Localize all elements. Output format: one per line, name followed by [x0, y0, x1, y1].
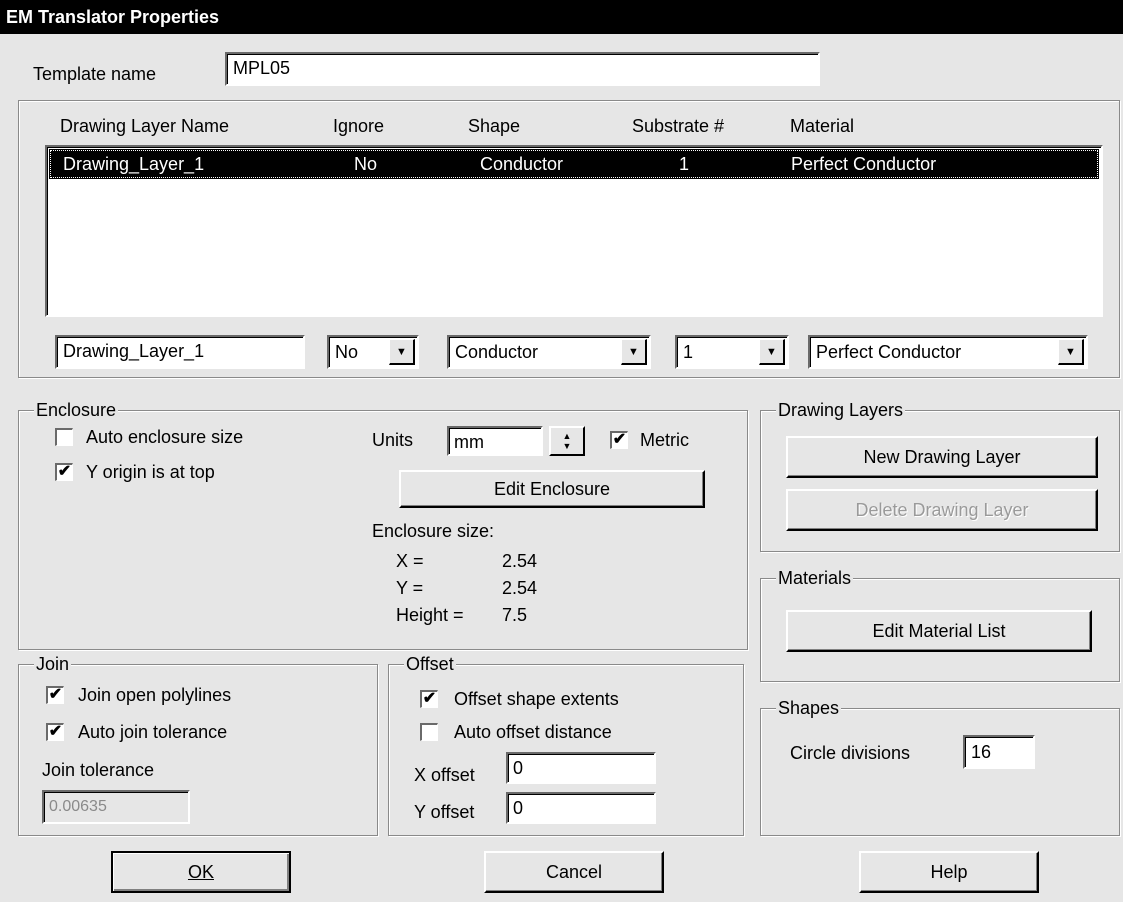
help-button[interactable]: Help [859, 851, 1039, 893]
enclosure-height-value: 7.5 [502, 605, 528, 625]
units-input[interactable]: mm [447, 426, 543, 456]
check-icon: ✔ [57, 463, 72, 480]
x-offset-value: 0 [513, 758, 524, 778]
x-offset-input[interactable]: 0 [506, 752, 656, 784]
substrate-select[interactable]: 1 ▼ [675, 335, 789, 369]
row-name: Drawing_Layer_1 [63, 154, 205, 174]
shapes-group [760, 708, 1120, 836]
layer-name-input[interactable]: Drawing_Layer_1 [55, 335, 305, 369]
check-icon: ✔ [422, 690, 437, 707]
window-title: EM Translator Properties [6, 7, 220, 27]
y-offset-value: 0 [513, 798, 524, 818]
ok-button-label: OK [187, 861, 214, 882]
col-header-material: Material [790, 116, 855, 136]
col-header-substrate: Substrate # [632, 116, 725, 136]
circle-divisions-value: 16 [971, 742, 992, 762]
cancel-button[interactable]: Cancel [484, 851, 664, 893]
material-select-value: Perfect Conductor [816, 342, 962, 362]
shapes-title: Shapes [776, 698, 842, 718]
check-icon: ✔ [48, 723, 63, 740]
units-value: mm [454, 432, 484, 452]
row-ignore: No [354, 154, 378, 174]
ok-button[interactable]: OK [111, 851, 291, 893]
auto-join-tolerance-label: Auto join tolerance [78, 722, 228, 742]
y-offset-input[interactable]: 0 [506, 792, 656, 824]
join-open-polylines-checkbox[interactable]: ✔ [46, 686, 64, 704]
chevron-down-icon[interactable]: ▼ [621, 339, 647, 365]
units-label: Units [372, 430, 414, 450]
auto-offset-distance-checkbox[interactable] [420, 723, 438, 741]
join-tolerance-value: 0.00635 [49, 798, 107, 815]
chevron-down-icon[interactable]: ▼ [759, 339, 785, 365]
auto-enclosure-label: Auto enclosure size [86, 427, 244, 447]
x-offset-label: X offset [414, 765, 475, 785]
circle-divisions-label: Circle divisions [790, 743, 911, 763]
delete-drawing-layer-button[interactable]: Delete Drawing Layer [786, 489, 1098, 531]
ignore-select-value: No [335, 342, 359, 362]
shape-select-value: Conductor [455, 342, 539, 362]
chevron-down-icon[interactable]: ▼ [389, 339, 415, 365]
layers-listbox[interactable]: Drawing_Layer_1 No Conductor 1 Perfect C… [45, 145, 1103, 317]
col-header-shape: Shape [468, 116, 521, 136]
template-name-label: Template name [33, 64, 157, 84]
help-button-label: Help [930, 861, 968, 882]
enclosure-y-label: Y = [396, 578, 424, 598]
ignore-select[interactable]: No ▼ [327, 335, 419, 369]
auto-enclosure-checkbox[interactable] [55, 428, 73, 446]
check-icon: ✔ [612, 431, 627, 448]
row-substrate: 1 [679, 154, 690, 174]
units-spinner[interactable]: ▲ ▼ [549, 426, 585, 456]
join-tolerance-input[interactable]: 0.00635 [42, 790, 190, 824]
spin-up-icon[interactable]: ▲ [563, 431, 572, 441]
join-tolerance-label: Join tolerance [42, 760, 155, 780]
substrate-select-value: 1 [683, 342, 694, 362]
y-origin-checkbox[interactable]: ✔ [55, 463, 73, 481]
metric-label: Metric [640, 430, 689, 450]
check-icon: ✔ [48, 686, 63, 703]
row-shape: Conductor [480, 154, 564, 174]
cancel-button-label: Cancel [545, 861, 603, 882]
edit-material-list-button[interactable]: Edit Material List [786, 610, 1092, 652]
offset-shape-extents-checkbox[interactable]: ✔ [420, 690, 438, 708]
spin-down-icon[interactable]: ▼ [563, 441, 572, 451]
enclosure-x-value: 2.54 [502, 551, 538, 571]
enclosure-height-label: Height = [396, 605, 464, 625]
enclosure-y-value: 2.54 [502, 578, 538, 598]
y-offset-label: Y offset [414, 802, 475, 822]
row-material: Perfect Conductor [791, 154, 937, 174]
enclosure-size-label: Enclosure size: [372, 521, 495, 541]
edit-enclosure-button[interactable]: Edit Enclosure [399, 470, 705, 508]
shape-select[interactable]: Conductor ▼ [447, 335, 651, 369]
join-title: Join [34, 654, 72, 674]
offset-shape-extents-label: Offset shape extents [454, 689, 619, 709]
col-header-name: Drawing Layer Name [60, 116, 230, 136]
materials-title: Materials [776, 568, 854, 588]
template-name-input[interactable]: MPL05 [225, 52, 820, 86]
enclosure-title: Enclosure [34, 400, 119, 420]
new-drawing-layer-button[interactable]: New Drawing Layer [786, 436, 1098, 478]
enclosure-x-label: X = [396, 551, 424, 571]
y-origin-label: Y origin is at top [86, 462, 215, 482]
table-row[interactable]: Drawing_Layer_1 No Conductor 1 Perfect C… [49, 149, 1099, 179]
auto-join-tolerance-checkbox[interactable]: ✔ [46, 723, 64, 741]
offset-title: Offset [404, 654, 456, 674]
circle-divisions-input[interactable]: 16 [963, 735, 1035, 769]
metric-checkbox[interactable]: ✔ [610, 431, 628, 449]
col-header-ignore: Ignore [333, 116, 385, 136]
layer-name-value: Drawing_Layer_1 [63, 341, 205, 361]
template-name-value: MPL05 [233, 58, 291, 78]
drawing-layers-title: Drawing Layers [776, 400, 906, 420]
auto-offset-distance-label: Auto offset distance [454, 722, 612, 742]
join-open-polylines-label: Join open polylines [78, 685, 232, 705]
chevron-down-icon[interactable]: ▼ [1058, 339, 1084, 365]
material-select[interactable]: Perfect Conductor ▼ [808, 335, 1088, 369]
title-bar[interactable]: EM Translator Properties [0, 0, 1123, 34]
